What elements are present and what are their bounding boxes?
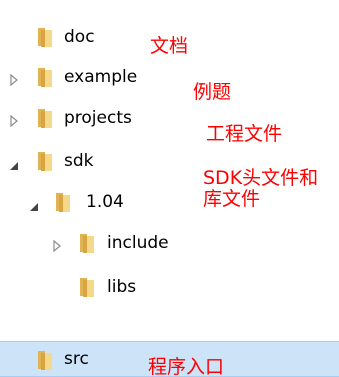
tree-item-projects[interactable]: projects [0,103,339,133]
annotation-src: 程序入口 [148,356,225,377]
annotation-doc: 文档 [150,35,189,57]
tree-item-include[interactable]: include [0,228,339,258]
folder-icon [32,106,56,130]
folder-icon [32,25,56,49]
tree-item-1-04[interactable]: 1.04 [0,187,339,217]
tree-item-label: sdk [64,151,94,171]
folder-icon [32,65,56,89]
annotation-sdk-line2: 库文件 [203,188,261,210]
tree-item-label: src [64,349,89,369]
tree-item-label: 1.04 [86,192,124,212]
tree-item-label: doc [64,27,95,47]
tree-item-label: libs [107,277,137,297]
tree-item-libs[interactable]: libs [0,272,339,302]
tree-item-label: include [107,233,169,253]
tree-item-label: projects [64,108,132,128]
annotation-sdk-line1: SDK头文件和 [203,167,319,189]
annotation-example: 例题 [193,81,232,103]
folder-icon [50,190,74,214]
chevron-expanded-icon[interactable] [29,197,39,216]
folder-icon [74,231,98,255]
chevron-right-icon[interactable] [10,71,19,90]
folder-icon [74,275,98,299]
tree-item-example[interactable]: example [0,62,339,92]
folder-tree: doc example projects sdk 1.04 include li… [0,0,339,377]
chevron-right-icon[interactable] [53,237,62,256]
annotation-projects: 工程文件 [206,123,283,145]
tree-item-label: example [64,67,138,87]
chevron-expanded-icon[interactable] [9,156,19,175]
chevron-right-icon[interactable] [10,112,19,131]
folder-icon [32,348,56,372]
folder-icon [32,149,56,173]
